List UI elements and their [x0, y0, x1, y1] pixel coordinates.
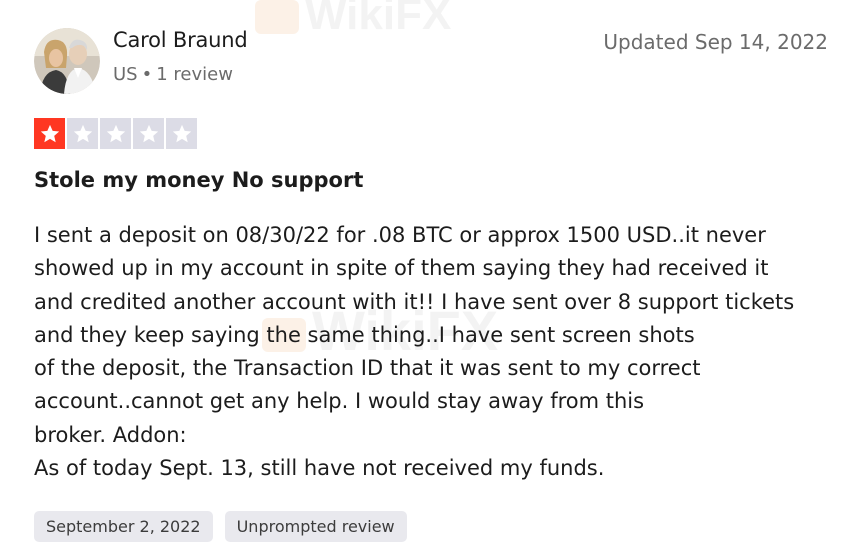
review-body-line: broker. Addon: [34, 422, 187, 447]
meta-separator: • [141, 64, 153, 85]
watermark-text: WikiFX [305, 0, 452, 39]
review-body-line: showed up in my account in spite of them… [34, 256, 769, 281]
review-body-line: I sent a deposit on 08/30/22 for .08 BTC… [34, 223, 766, 247]
updated-date: Updated Sep 14, 2022 [603, 30, 828, 54]
star-icon [67, 118, 98, 149]
review-tags: September 2, 2022 Unprompted review [34, 511, 407, 542]
review-title[interactable]: Stole my money No support [34, 168, 363, 192]
star-icon [133, 118, 164, 149]
reviewer-review-count: 1 review [156, 64, 233, 85]
review-body-line: of the deposit, the Transaction ID that … [34, 356, 701, 381]
review-card: WikiFX WikiFX Carol Braund US • 1 review… [0, 0, 848, 559]
star-rating [34, 118, 197, 149]
review-body-line: and they keep saying the same thing..I h… [34, 322, 695, 347]
reviewer-name[interactable]: Carol Braund [113, 28, 248, 52]
experience-date-tag: September 2, 2022 [34, 511, 213, 542]
watermark-top: WikiFX [255, 0, 451, 40]
review-body: I sent a deposit on 08/30/22 for .08 BTC… [34, 219, 834, 485]
review-type-tag: Unprompted review [224, 511, 407, 542]
review-body-line: and credited another account with it!! I… [34, 289, 795, 314]
star-icon [100, 118, 131, 149]
user-avatar-photo-icon [34, 28, 100, 94]
star-icon [34, 118, 65, 149]
reviewer-country: US [113, 64, 138, 85]
review-body-line: account..cannot get any help. I would st… [34, 389, 645, 414]
review-body-line: As of today Sept. 13, still have not rec… [34, 456, 605, 481]
reviewer-meta: US • 1 review [113, 64, 233, 85]
watermark-logo-icon [255, 0, 299, 35]
avatar[interactable] [34, 28, 100, 94]
star-icon [166, 118, 197, 149]
